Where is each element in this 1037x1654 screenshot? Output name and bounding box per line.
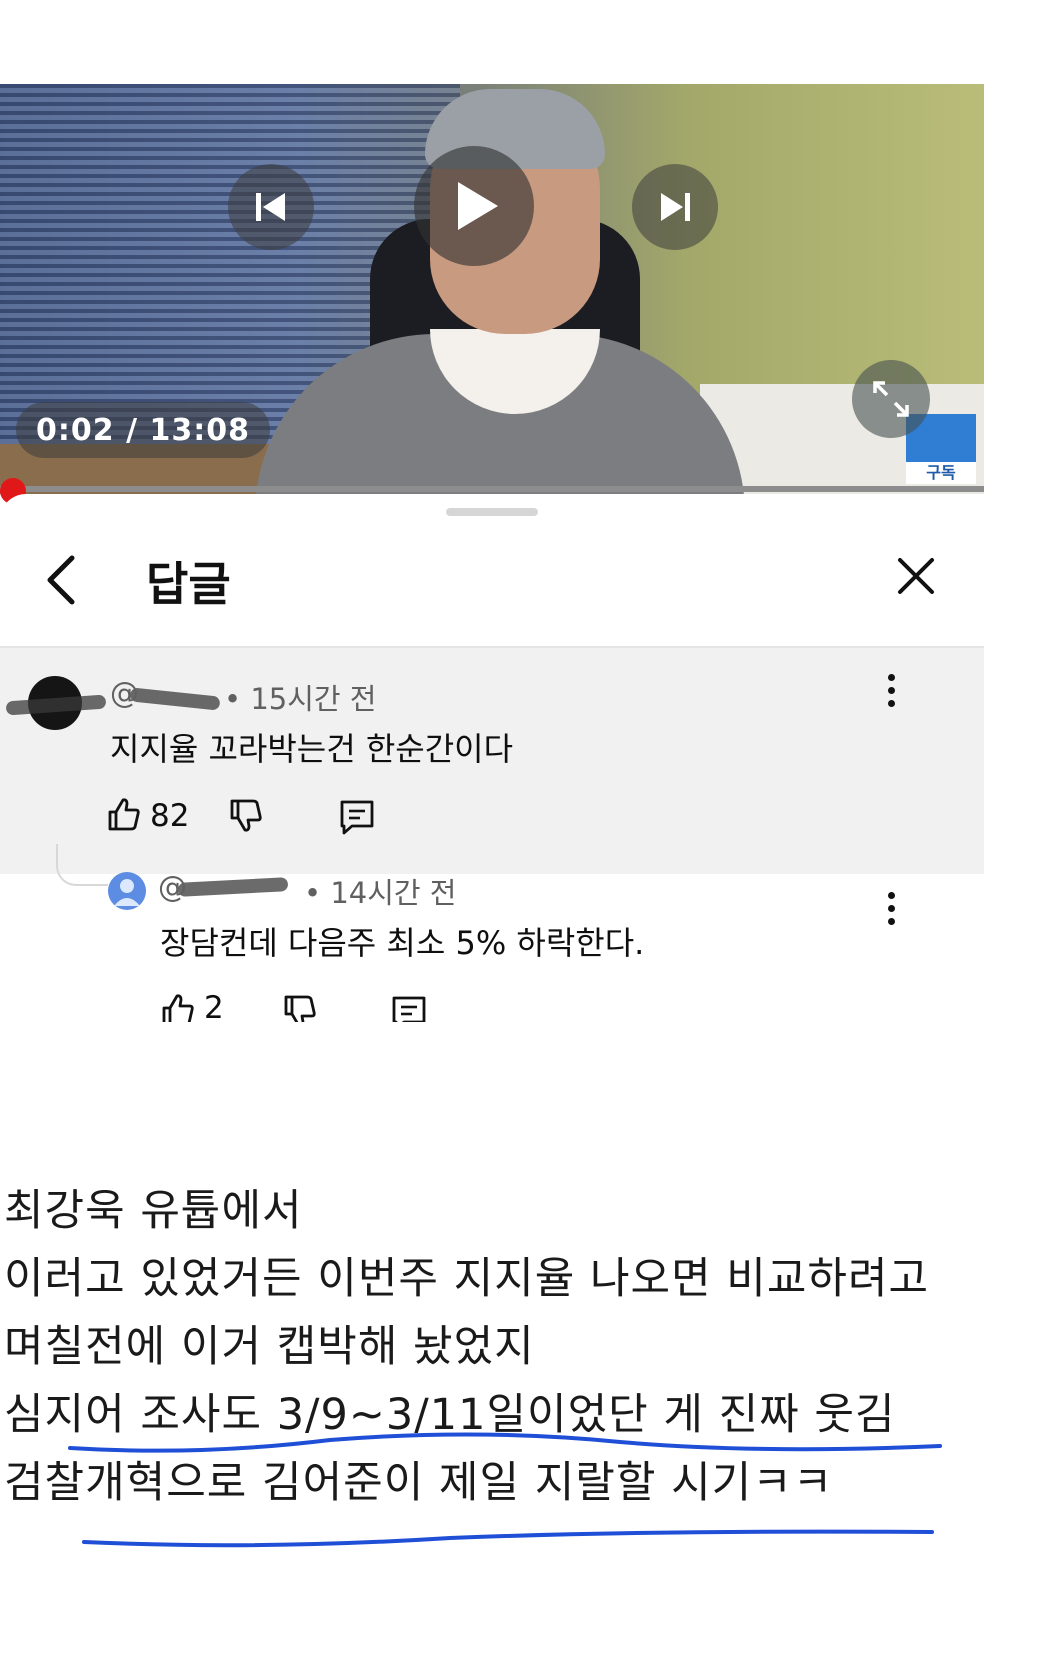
thread-connector xyxy=(56,844,108,886)
drag-handle[interactable] xyxy=(446,508,538,516)
fullscreen-button[interactable] xyxy=(852,360,930,438)
comment-reply-icon xyxy=(392,996,426,1022)
dislike-button[interactable] xyxy=(228,798,264,838)
like-count: 2 xyxy=(204,990,224,1022)
replies-panel: 답글 @ • 15시간 전 지지율 꼬라박는건 한순간이다 82 @ • 14시… xyxy=(0,494,984,1074)
previous-icon xyxy=(256,193,285,221)
thumbs-up-icon xyxy=(162,994,194,1022)
avatar[interactable] xyxy=(108,872,146,910)
fullscreen-icon xyxy=(873,381,909,417)
blue-underline-annotation xyxy=(68,1432,942,1548)
chevron-left-icon xyxy=(47,555,75,605)
comment-time: • 14시간 전 xyxy=(304,876,457,910)
redaction-scribble xyxy=(177,877,289,897)
video-time: 0:02 / 13:08 xyxy=(16,402,270,458)
close-icon xyxy=(898,558,934,594)
comment-handle-prefix: @ xyxy=(158,870,187,904)
more-options-button[interactable] xyxy=(888,674,896,713)
thumbs-down-icon xyxy=(284,995,316,1022)
close-button[interactable] xyxy=(896,556,936,600)
reply-button[interactable] xyxy=(390,994,428,1022)
dislike-button[interactable] xyxy=(282,994,318,1022)
comment-reply-icon xyxy=(340,800,374,835)
redaction-scribble xyxy=(129,687,221,711)
note-line: 며칠전에 이거 캡박해 놨었지 xyxy=(4,1322,535,1372)
previous-button[interactable] xyxy=(228,164,314,250)
play-icon xyxy=(458,182,498,230)
like-button[interactable] xyxy=(106,796,142,836)
comment-text: 지지율 꼬라박는건 한순간이다 xyxy=(110,730,514,768)
progress-track[interactable] xyxy=(0,486,984,492)
comment-handle-prefix: @ xyxy=(110,676,139,710)
comment-time: • 15시간 전 xyxy=(224,682,377,716)
note-line: 이러고 있었거든 이번주 지지율 나오면 비교하려고 xyxy=(4,1254,930,1304)
like-count: 82 xyxy=(150,798,190,834)
next-button[interactable] xyxy=(632,164,718,250)
like-button[interactable] xyxy=(160,992,196,1022)
thumbs-up-icon xyxy=(108,798,140,831)
reply-button[interactable] xyxy=(338,798,376,840)
comment-text: 장담컨데 다음주 최소 5% 하락한다. xyxy=(160,924,645,962)
note-line: 최강욱 유튭에서 xyxy=(4,1186,303,1236)
comment-parent: @ • 15시간 전 지지율 꼬라박는건 한순간이다 82 xyxy=(0,648,984,874)
default-user-icon xyxy=(114,879,140,906)
video-player[interactable]: 0:02 / 13:08 구독 xyxy=(0,84,984,494)
next-icon xyxy=(661,193,690,221)
play-button[interactable] xyxy=(414,146,534,266)
thumbs-down-icon xyxy=(230,799,262,832)
back-button[interactable] xyxy=(40,552,80,612)
more-options-button[interactable] xyxy=(888,892,896,931)
panel-title: 답글 xyxy=(146,557,231,611)
